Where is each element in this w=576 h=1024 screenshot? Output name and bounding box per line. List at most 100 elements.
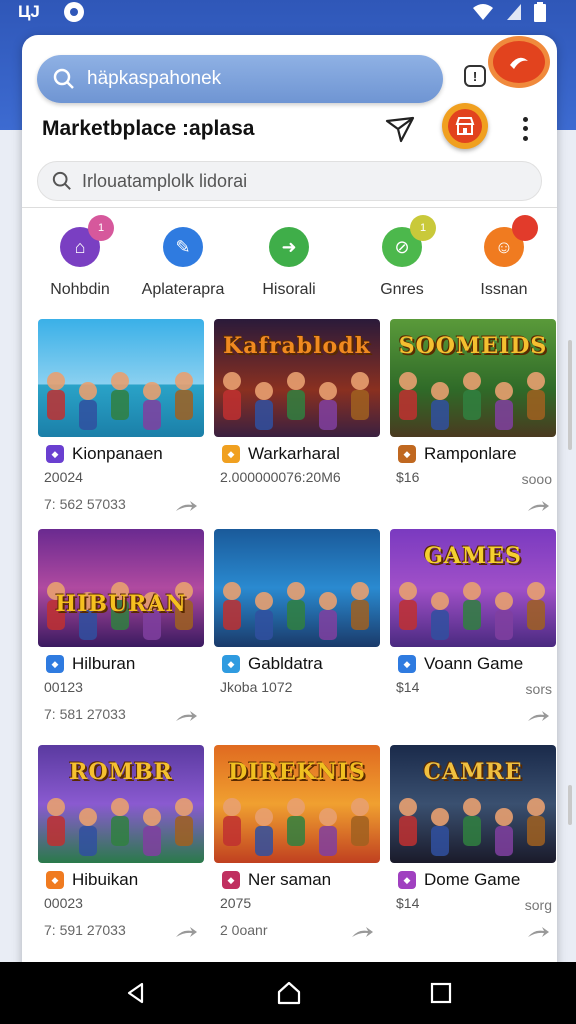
share-icon[interactable] (174, 499, 198, 513)
game-card[interactable]: ROMBR ◆ Hibuikan 00023 7: 591 27033 (38, 745, 204, 953)
game-name[interactable]: Gabldatra (248, 654, 323, 674)
status-text: ЦJ (18, 2, 40, 21)
category-item[interactable]: ⌂ 1 Nohbdin (30, 215, 130, 303)
notification-icon (63, 2, 84, 22)
more-icon[interactable] (520, 115, 530, 143)
game-thumbnail[interactable]: HIBURAN (38, 529, 204, 647)
app-icon: ◆ (222, 655, 240, 673)
game-rating: sooo (521, 471, 552, 487)
game-name[interactable]: Hibuikan (72, 870, 138, 890)
app-icon: ◆ (46, 655, 64, 673)
share-icon[interactable] (174, 709, 198, 723)
app-icon: ◆ (398, 871, 416, 889)
category-item[interactable]: ➜ Hisorali (239, 223, 339, 303)
game-thumbnail[interactable]: DIREKNIS (214, 745, 380, 863)
back-icon[interactable] (124, 981, 148, 1005)
send-icon[interactable] (385, 115, 415, 143)
game-thumbnail[interactable] (214, 529, 380, 647)
game-thumbnail-title: HIBURAN (55, 591, 187, 617)
game-card[interactable]: GAMES ◆ Voann Game $14 sors (390, 529, 556, 737)
game-thumbnail[interactable]: ROMBR (38, 745, 204, 863)
info-icon[interactable]: ! (464, 65, 486, 87)
category-label: Hisorali (262, 281, 316, 298)
wifi-icon (473, 4, 493, 20)
store-button[interactable] (442, 103, 488, 149)
app-icon: ◆ (222, 445, 240, 463)
game-card[interactable]: HIBURAN ◆ Hilburan 00123 7: 581 27033 (38, 529, 204, 737)
game-meta-secondary: 2 0oanr (220, 922, 268, 938)
game-name[interactable]: Dome Game (424, 870, 520, 890)
category-label: Aplaterapra (141, 281, 225, 298)
game-thumbnail[interactable]: SOOMEIDS (390, 319, 556, 437)
game-meta-secondary: 7: 562 57033 (44, 496, 126, 512)
game-thumbnail-title: ROMBR (69, 759, 173, 785)
game-card[interactable]: SOOMEIDS ◆ Ramponlare $16 sooo (390, 319, 556, 527)
game-name[interactable]: Ramponlare (424, 444, 517, 464)
app-icon: ◆ (222, 871, 240, 889)
game-name-row: ◆ Gabldatra (222, 654, 323, 674)
category-item[interactable]: ☺ Issnan (454, 215, 554, 303)
game-name-row: ◆ Warkarharal (222, 444, 340, 464)
game-meta: $14 (396, 679, 420, 695)
category-label: Issnan (480, 281, 528, 298)
game-thumbnail[interactable]: CAMRE (390, 745, 556, 863)
game-thumbnail[interactable] (38, 319, 204, 437)
top-search-input[interactable]: häpkaspahonek (87, 68, 221, 90)
battery-icon (534, 2, 546, 22)
game-thumbnail-title: GAMES (424, 543, 522, 569)
category-item[interactable]: ⊘ 1 Gnres (352, 215, 452, 303)
game-name-row: ◆ Dome Game (398, 870, 520, 890)
home-icon[interactable] (276, 980, 302, 1006)
game-card[interactable]: ◆ Kionpanaen 20024 7: 562 57033 (38, 319, 204, 527)
secondary-search-input[interactable]: Irlouatamplolk lidorai (82, 171, 247, 192)
game-thumbnail-title: SOOMEIDS (398, 333, 548, 359)
app-icon: ◆ (398, 445, 416, 463)
share-icon[interactable] (526, 499, 550, 513)
scrollbar-thumb[interactable] (568, 785, 572, 825)
status-bar: ЦJ (0, 0, 576, 26)
scrollbar-thumb[interactable] (568, 340, 572, 450)
game-meta: 2075 (220, 895, 252, 911)
game-card[interactable]: CAMRE ◆ Dome Game $14 sorg (390, 745, 556, 953)
game-card[interactable]: Kafrablodk ◆ Warkarharal 2.000000076:20M6 (214, 319, 380, 527)
title-bar: Marketbplace :aplasa (42, 103, 542, 163)
game-name-row: ◆ Ner saman (222, 870, 331, 890)
system-nav-bar (0, 962, 576, 1024)
game-card[interactable]: ◆ Gabldatra Jkoba 1072 (214, 529, 380, 737)
category-item[interactable]: ✎ Aplaterapra (133, 223, 233, 303)
category-icon: ✎ (163, 227, 203, 267)
share-icon[interactable] (526, 709, 550, 723)
game-meta: 20024 (44, 469, 83, 485)
secondary-search-bar[interactable]: Irlouatamplolk lidorai (37, 161, 542, 201)
category-icon: ➜ (269, 227, 309, 267)
app-icon: ◆ (46, 445, 64, 463)
game-name-row: ◆ Hibuikan (46, 870, 138, 890)
divider (22, 207, 557, 208)
game-meta: Jkoba 1072 (220, 679, 293, 695)
category-label: Nohbdin (50, 281, 110, 298)
game-thumbnail-title: DIREKNIS (228, 759, 366, 785)
notification-blob-icon[interactable] (493, 41, 545, 83)
search-icon (53, 68, 74, 89)
game-name[interactable]: Warkarharal (248, 444, 340, 464)
game-thumbnail[interactable]: GAMES (390, 529, 556, 647)
game-name-row: ◆ Voann Game (398, 654, 523, 674)
game-thumbnail[interactable]: Kafrablodk (214, 319, 380, 437)
game-name[interactable]: Ner saman (248, 870, 331, 890)
game-card[interactable]: DIREKNIS ◆ Ner saman 2075 2 0oanr (214, 745, 380, 953)
game-name[interactable]: Kionpanaen (72, 444, 163, 464)
recents-icon[interactable] (430, 982, 452, 1004)
game-thumbnail-title: Kafrablodk (223, 333, 371, 359)
share-icon[interactable] (350, 925, 374, 939)
top-search-bar[interactable]: häpkaspahonek (37, 55, 443, 103)
screen: ЦJ häpkaspahonek ! Marketbplace :aplasa (0, 0, 576, 1024)
game-meta-secondary: 7: 581 27033 (44, 706, 126, 722)
game-name[interactable]: Hilburan (72, 654, 135, 674)
share-icon[interactable] (174, 925, 198, 939)
game-name[interactable]: Voann Game (424, 654, 523, 674)
game-meta: $14 (396, 895, 420, 911)
marketplace-sheet: häpkaspahonek ! Marketbplace :aplasa Irl… (22, 35, 557, 970)
game-meta: 00023 (44, 895, 83, 911)
share-icon[interactable] (526, 925, 550, 939)
search-icon (52, 171, 71, 190)
